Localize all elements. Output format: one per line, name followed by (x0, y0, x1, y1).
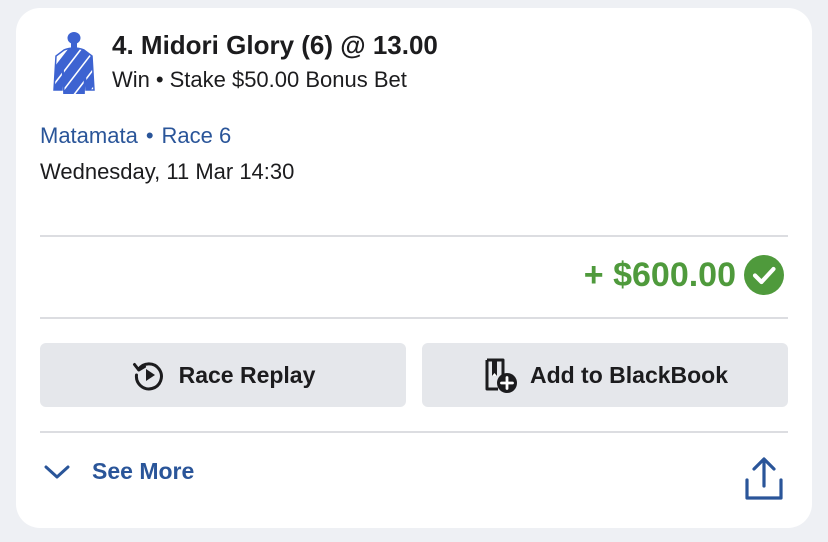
bet-type: Win (112, 67, 150, 92)
stake-text: Stake $50.00 Bonus Bet (169, 67, 407, 92)
divider (40, 317, 788, 319)
check-circle-icon (744, 255, 784, 295)
race-name[interactable]: Race 6 (162, 123, 232, 148)
replay-icon (132, 362, 163, 391)
race-venue[interactable]: Matamata (40, 123, 138, 148)
divider (40, 235, 788, 237)
race-link[interactable]: Matamata • Race 6 (40, 123, 231, 149)
share-icon[interactable] (744, 456, 784, 502)
bet-card: 4. Midori Glory (6) @ 13.00 Win • Stake $5… (16, 8, 812, 528)
race-replay-label: Race Replay (178, 361, 316, 388)
see-more-label: See More (92, 458, 195, 484)
payout-amount: + $600.00 (583, 255, 736, 294)
jockey-silks-icon (53, 32, 95, 94)
chevron-down-icon (44, 465, 70, 478)
add-to-blackbook-label: Add to BlackBook (529, 361, 729, 388)
see-more-toggle[interactable]: See More (44, 458, 194, 485)
race-datetime: Wednesday, 11 Mar 14:30 (40, 159, 295, 184)
bet-details: Win • Stake $50.00 Bonus Bet (112, 67, 407, 93)
payout-row: + $600.00 (584, 255, 784, 295)
race-replay-button[interactable]: Race Replay (40, 343, 406, 407)
divider (40, 431, 788, 433)
add-to-blackbook-button[interactable]: Add to BlackBook (422, 343, 788, 407)
bet-separator: • (155, 67, 164, 92)
race-separator: • (145, 123, 154, 148)
blackbook-add-icon (485, 358, 517, 393)
runner-title: 4. Midori Glory (6) @ 13.00 (112, 30, 438, 60)
